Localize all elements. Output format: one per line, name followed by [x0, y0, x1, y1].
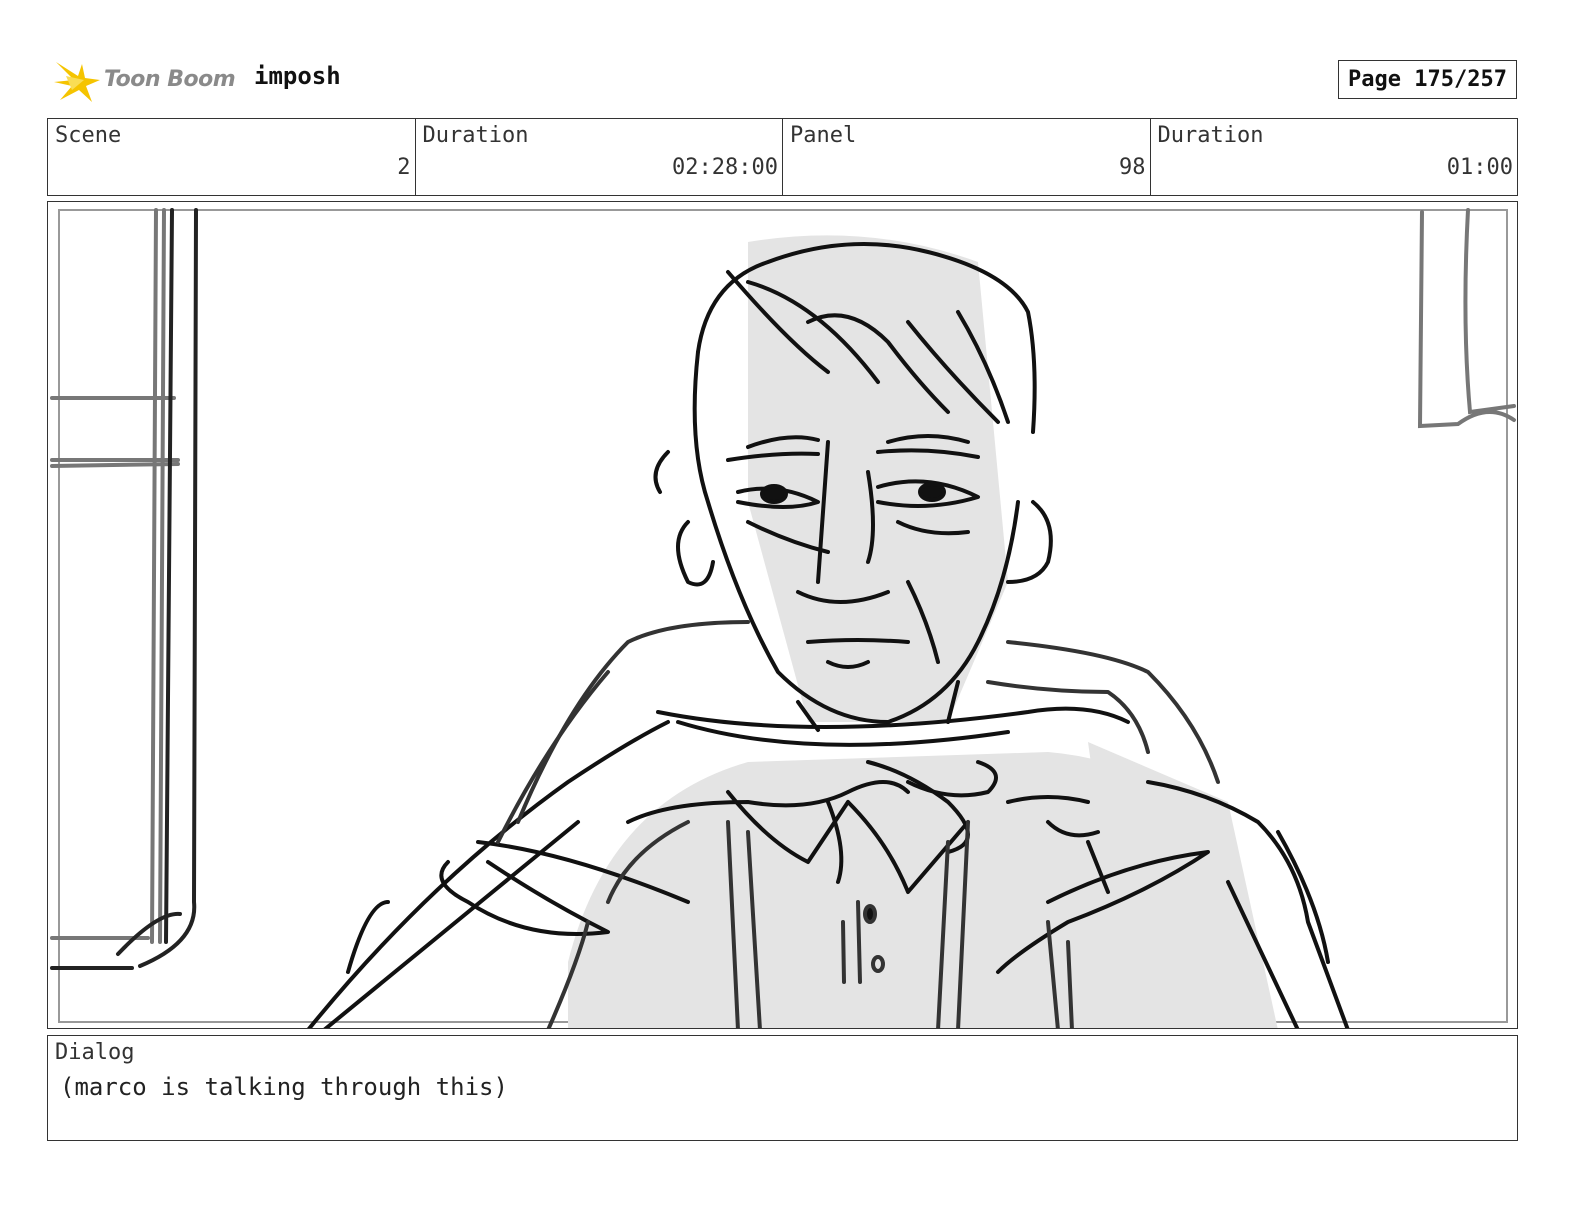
scene-duration-label: Duration: [422, 123, 529, 148]
page-indicator: Page 175/257: [1338, 60, 1517, 99]
logo-text: Toon Boom: [104, 67, 236, 92]
scene-cell: Scene 2: [48, 119, 416, 195]
panel-duration-cell: Duration 01:00: [1151, 119, 1518, 195]
scene-duration-cell: Duration 02:28:00: [416, 119, 783, 195]
panel-cell: Panel 98: [783, 119, 1151, 195]
panel-duration-label: Duration: [1157, 123, 1264, 148]
storyboard-panel-image: [47, 201, 1518, 1029]
right-window-frame: [1417, 208, 1516, 429]
sketch-drawing: [50, 208, 1516, 1028]
dialog-text: (marco is talking through this): [60, 1073, 508, 1101]
toon-boom-logo: Toon Boom: [52, 56, 242, 108]
toon-boom-star-icon: [54, 62, 100, 102]
project-name: imposh: [254, 62, 341, 90]
scene-value: 2: [397, 155, 411, 180]
left-window-frame: [50, 208, 180, 944]
scene-duration-value: 02:28:00: [672, 155, 778, 180]
sketch-shading: [568, 235, 1278, 1028]
panel-value: 98: [1119, 155, 1146, 180]
dialog-label: Dialog: [55, 1040, 135, 1065]
scene-label: Scene: [55, 123, 122, 148]
panel-info-row: Scene 2 Duration 02:28:00 Panel 98 Durat…: [47, 118, 1518, 196]
panel-duration-value: 01:00: [1446, 155, 1513, 180]
panel-label: Panel: [790, 123, 857, 148]
dialog-box: Dialog (marco is talking through this): [47, 1035, 1518, 1141]
